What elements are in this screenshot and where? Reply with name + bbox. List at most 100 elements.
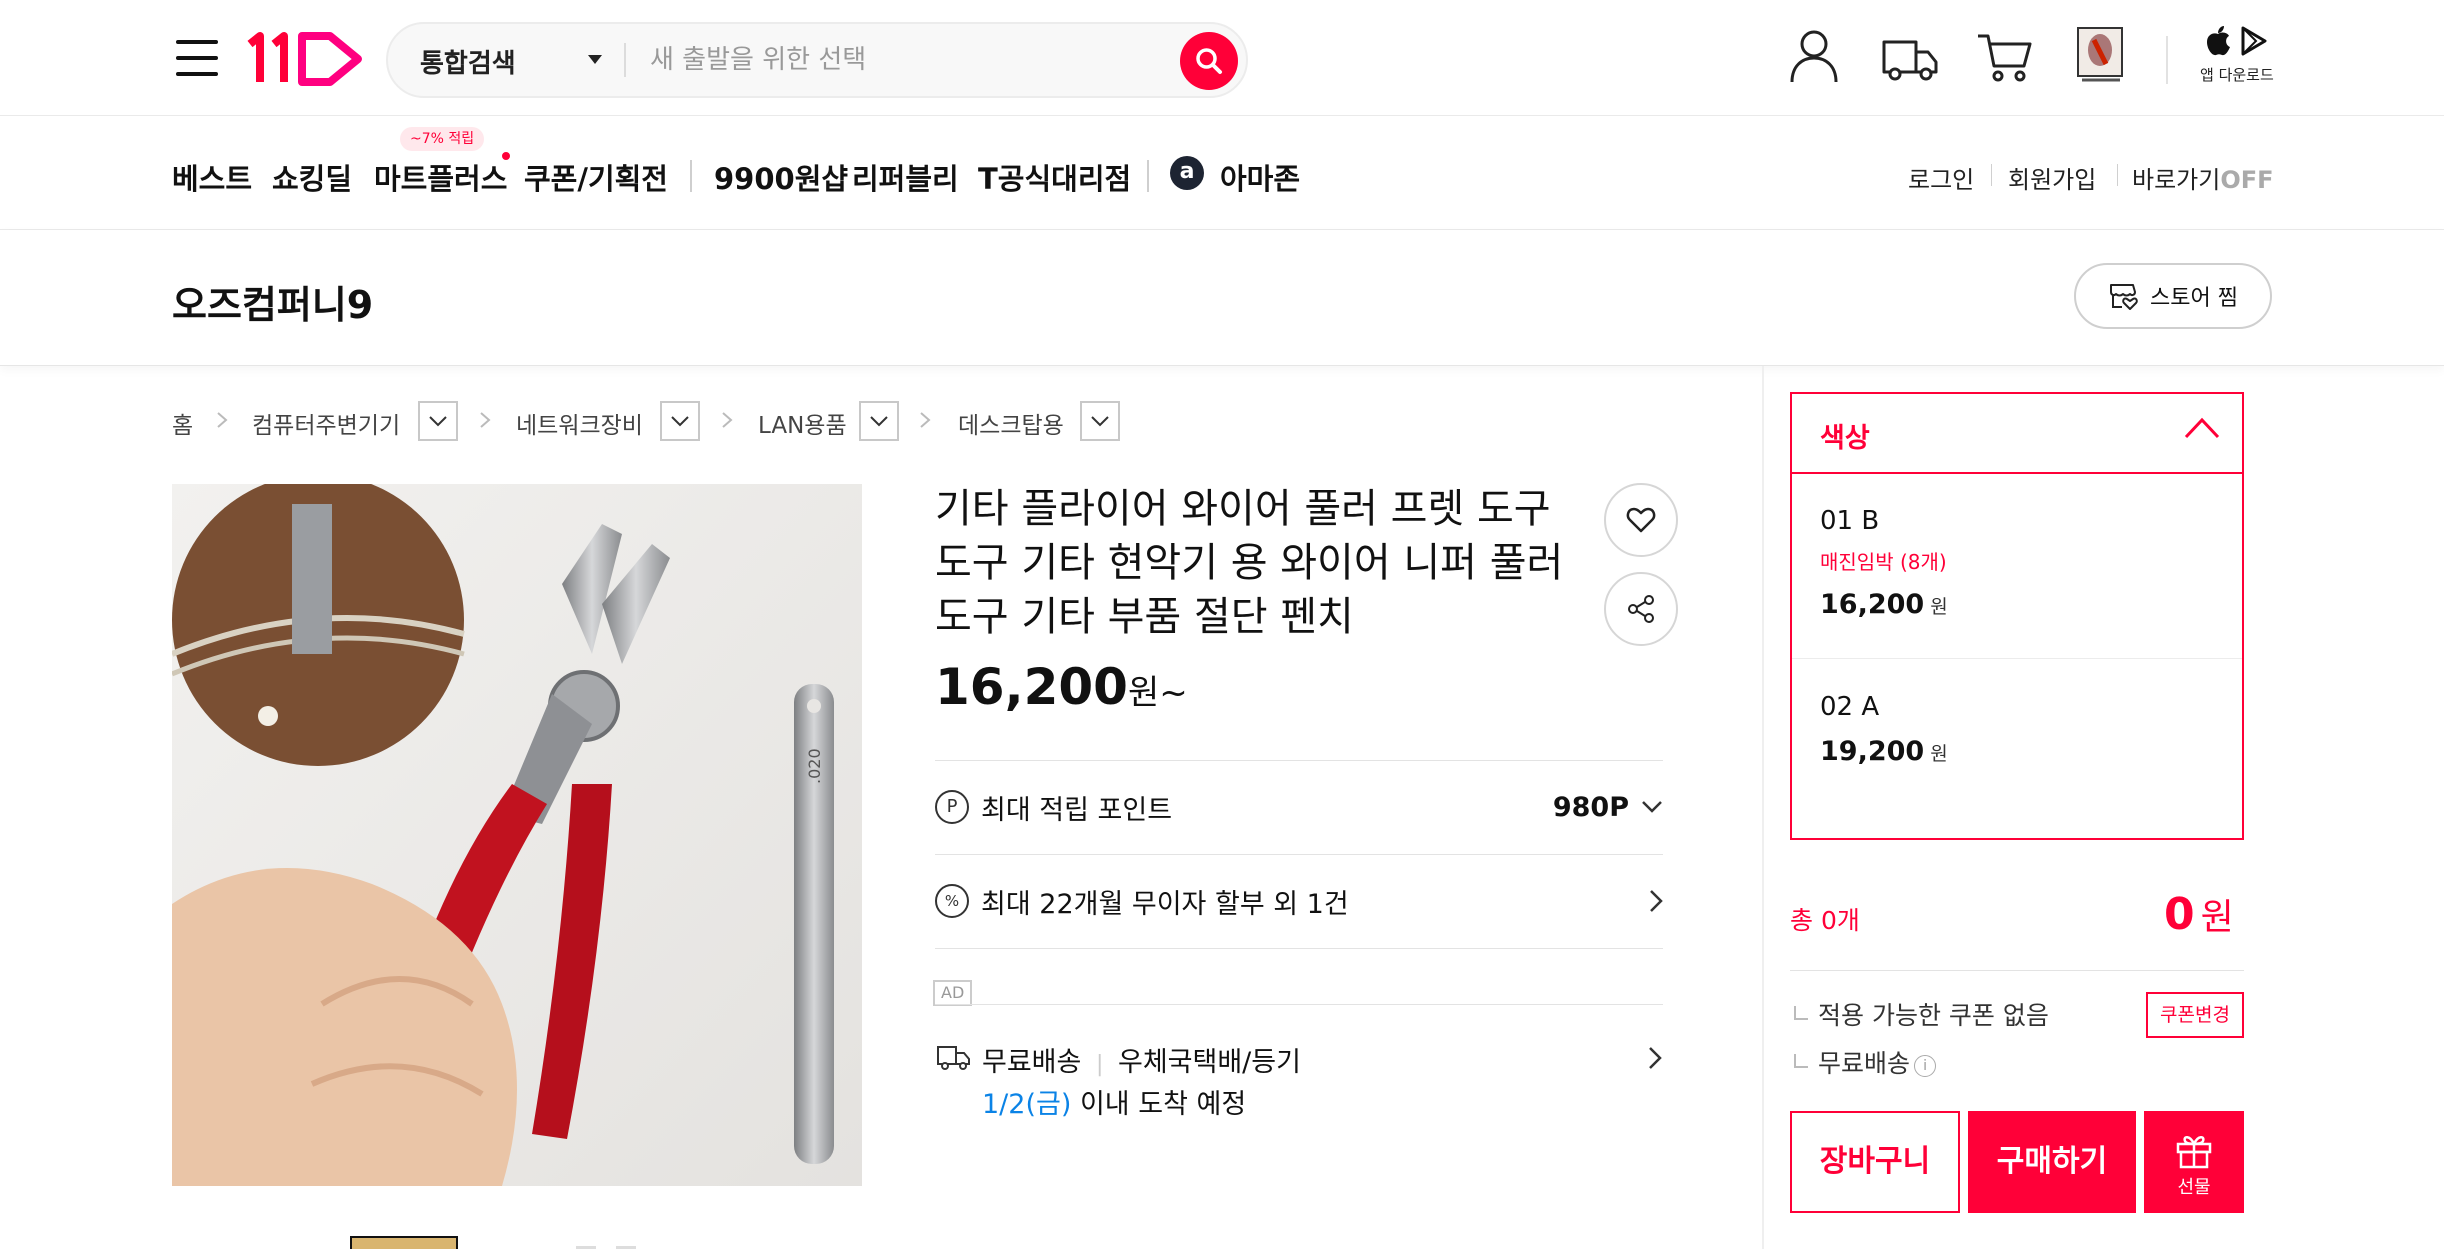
divider [1790,970,2244,971]
delivery-date: 1/2(금) [982,1089,1072,1120]
heart-icon [1626,507,1656,533]
coupon-status: 적용 가능한 쿠폰 없음 [1794,996,2049,1032]
points-row[interactable]: P 최대 적립 포인트 980P [935,762,1663,852]
buy-now-button[interactable]: 구매하기 [1968,1111,2136,1213]
chevron-right-icon [217,412,228,428]
nav-refurbly[interactable]: 리퍼블리 [852,156,959,198]
search-button[interactable] [1180,32,1238,90]
nav-best[interactable]: 베스트 [172,156,252,198]
login-link[interactable]: 로그인 [1908,160,1974,195]
nav-shocking-deal[interactable]: 쇼킹딜 [272,156,352,198]
points-value: 980P [1552,791,1629,823]
caret-down-icon[interactable] [588,55,602,64]
shipping-status: 무료배송 i [1794,1044,1937,1080]
share-button[interactable] [1604,572,1678,646]
my-page-button[interactable] [1786,26,1842,86]
installment-row[interactable]: % 최대 22개월 무이자 할부 외 1건 [935,856,1663,946]
breadcrumb-category-3[interactable]: LAN용품 [758,406,847,440]
nav-t-official[interactable]: T공식대리점 [978,156,1131,198]
price-value: 16,200 [935,658,1128,716]
store-follow-button[interactable]: 스토어 찜 [2074,263,2272,329]
shipping-divider: | [1095,1052,1104,1077]
nav-badge: ~7% 적립 [400,127,485,151]
breadcrumb-home[interactable]: 홈 [172,406,193,440]
gift-label: 선물 [2177,1177,2211,1198]
signup-link[interactable]: 회원가입 [2008,160,2096,195]
breadcrumb-category-2[interactable]: 네트워크장비 [516,406,643,440]
option-price: 16,200 [1820,589,1925,620]
category-nav: 베스트 쇼킹딜 ~7% 적립 마트플러스 쿠폰/기획전 9900원샵 리퍼블리 … [0,116,2444,230]
delivery-truck-icon [1882,40,1938,81]
breadcrumb-dropdown-3[interactable] [859,401,899,441]
breadcrumb-dropdown-1[interactable] [418,401,458,441]
breadcrumb-dropdown-4[interactable] [1080,401,1120,441]
search-icon [1196,48,1222,74]
add-to-cart-button[interactable]: 장바구니 [1790,1111,1960,1213]
breadcrumb-dropdown-2[interactable] [660,401,700,441]
option-item[interactable]: 02 A 19,200 원 [1792,692,2242,767]
divider [935,1004,1663,1005]
product-title: 기타 플라이어 와이어 풀러 프렛 도구 도구 기타 현악기 용 와이어 니퍼 … [935,486,1564,640]
nav-right-divider [1991,164,1992,186]
points-icon: P [935,790,969,824]
shortcut-label: 바로가기 [2132,166,2221,194]
chevron-right-icon[interactable] [1648,1046,1662,1070]
nav-divider [690,160,692,192]
play-store-icon [2241,26,2267,56]
shortcut-toggle[interactable]: 바로가기OFF [2132,160,2274,195]
option-item[interactable]: 01 B 매진임박 (8개) 16,200 원 [1792,506,2242,620]
site-logo[interactable] [246,30,366,86]
divider [935,948,1663,949]
store-name[interactable]: 오즈컴퍼니9 [172,274,373,329]
amazon-logo[interactable]: a [1170,156,1204,190]
store-bar: 오즈컴퍼니9 스토어 찜 [0,230,2444,366]
option-header-label: 색상 [1820,423,1870,454]
search-category-select[interactable]: 통합검색 [420,43,516,80]
total-price-value: 0 [2164,889,2195,940]
gift-button[interactable]: 선물 [2144,1111,2244,1213]
option-header[interactable]: 색상 [1792,394,2242,474]
option-name: 01 B [1820,506,1880,536]
cart-button[interactable] [1976,26,2034,86]
coupon-change-button[interactable]: 쿠폰변경 [2146,992,2244,1038]
breadcrumb-category-4[interactable]: 데스크탑용 [958,406,1064,440]
price-unit: 원~ [1127,673,1188,713]
order-delivery-button[interactable] [1880,26,1940,86]
wishlist-button[interactable] [1604,483,1678,557]
total-price-unit: 원 [2200,897,2234,938]
thumbnail-1[interactable] [350,1236,458,1249]
breadcrumb-category-1[interactable]: 컴퓨터주변기기 [252,406,400,440]
option-selector: 색상 01 B 매진임박 (8개) 16,200 원 02 A 19,200 원 [1790,392,2244,840]
search-input[interactable] [650,40,1110,80]
shipping-info: 무료배송 | 우체국택배/등기 [982,1040,1301,1079]
thumbnail-2[interactable] [562,1236,670,1249]
points-label: 최대 적립 포인트 [981,794,1173,826]
nav-9900-shop[interactable]: 9900원샵 [714,156,848,198]
product-price: 16,200원~ [935,658,1188,716]
nav-coupon-event[interactable]: 쿠폰/기획전 [524,156,668,198]
recent-item-icon [2077,27,2123,82]
chevron-right-icon [480,412,491,428]
app-download-button[interactable]: 앱 다운로드 [2200,22,2274,85]
chevron-down-icon [870,416,888,427]
menu-icon[interactable] [176,38,218,78]
product-main-image[interactable]: .020 [172,484,862,1186]
shipping-truck-icon [937,1046,970,1070]
info-icon[interactable]: i [1914,1055,1937,1077]
option-price: 19,200 [1820,736,1925,767]
shipping-text: 무료배송 [1818,1049,1911,1078]
chevron-down-icon [429,416,447,427]
nav-right-divider [2117,164,2118,186]
ruler-marking: .020 [805,748,824,784]
cart-icon [1978,34,2032,82]
recent-item-button[interactable] [2076,26,2126,84]
nav-mart-plus[interactable]: 마트플러스 [374,156,507,198]
nav-amazon[interactable]: 아마존 [1220,156,1300,198]
app-download-label: 앱 다운로드 [2200,66,2274,84]
store-follow-label: 스토어 찜 [2150,286,2238,311]
chevron-down-icon [1642,801,1662,813]
installment-label: 최대 22개월 무이자 할부 외 1건 [981,888,1349,920]
shipping-free: 무료배송 [982,1047,1082,1078]
total-count: 총 0개 [1790,906,1860,935]
search-bar: 통합검색 [386,22,1248,98]
